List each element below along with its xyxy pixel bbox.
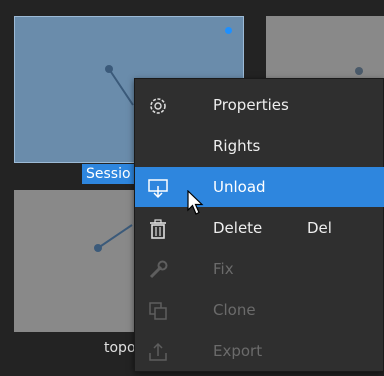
menu-item-label: Clone (213, 301, 256, 319)
menu-item-export[interactable]: Export (135, 331, 384, 371)
menu-item-label: Rights (213, 137, 261, 155)
menu-item-delete[interactable]: Delete Del (135, 208, 384, 248)
tile-label[interactable]: topo (104, 337, 136, 359)
trash-icon (150, 219, 166, 239)
clone-icon (149, 302, 167, 320)
menu-item-label: Fix (213, 260, 234, 278)
menu-item-clone[interactable]: Clone (135, 290, 384, 330)
menu-item-label: Properties (213, 96, 289, 114)
menu-item-label: Export (213, 342, 263, 360)
menu-item-unload[interactable]: Unload (135, 167, 384, 207)
unload-icon (148, 179, 168, 199)
menu-item-shortcut: Del (307, 219, 332, 237)
mouse-cursor-icon (187, 190, 204, 215)
wrench-icon (149, 260, 168, 279)
menu-item-label: Unload (213, 178, 266, 196)
menu-item-properties[interactable]: Properties (135, 85, 384, 125)
tile-label-selected[interactable]: Sessio (82, 164, 135, 184)
gear-icon (150, 98, 166, 114)
context-menu: Properties Rights Unload Delete Del Fix (134, 78, 384, 372)
status-dot (225, 27, 232, 34)
menu-item-label: Delete (213, 219, 263, 237)
menu-item-rights[interactable]: Rights (135, 126, 384, 166)
export-icon (149, 342, 167, 361)
menu-item-fix[interactable]: Fix (135, 249, 384, 289)
